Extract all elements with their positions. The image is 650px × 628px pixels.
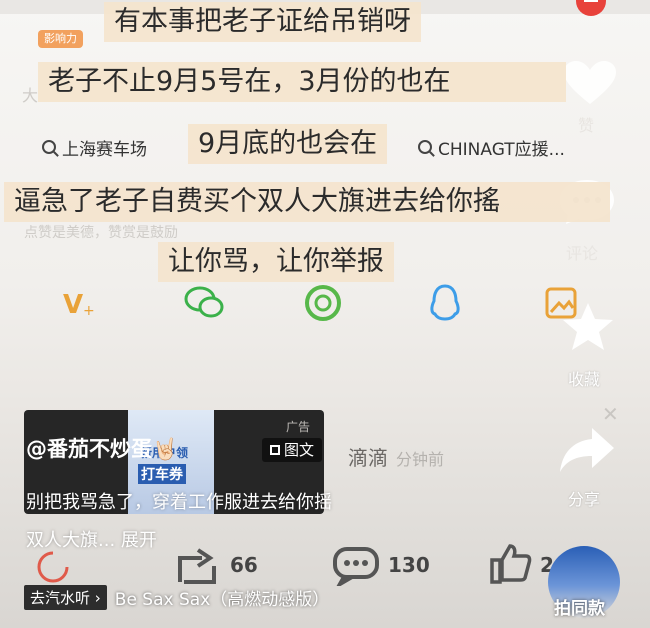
ad-faded-time: 分钟前 bbox=[396, 450, 445, 469]
post-author[interactable]: @番茄不炒蛋🤘🏻 bbox=[26, 433, 178, 463]
caption-line-3: 9月底的也会在 bbox=[188, 124, 388, 164]
wechat-icon[interactable] bbox=[180, 278, 230, 328]
app-screen: 影响力 大 点赞是美德，赞赏是鼓励 上海赛车场 CHINAGT应援... V + … bbox=[0, 0, 650, 628]
caption-line-1: 有本事把老子证给吊销呀 bbox=[104, 2, 421, 42]
favorite-star-icon[interactable] bbox=[560, 300, 616, 358]
post-type-label: 图文 bbox=[284, 441, 315, 459]
faded-char: 大 bbox=[22, 86, 39, 105]
favorite-label: 收藏 bbox=[568, 370, 601, 389]
svg-text:+: + bbox=[83, 303, 95, 319]
post-desc-line1: 别把我骂急了，穿着工作服进去给你摇 bbox=[26, 492, 332, 513]
like-label: 赞 bbox=[578, 116, 595, 135]
repost-count: 66 bbox=[230, 553, 258, 577]
search-chip-label: CHINAGT应援... bbox=[438, 139, 565, 160]
ad-mark: 广告 bbox=[286, 420, 311, 434]
comment-label: 评论 bbox=[566, 244, 599, 263]
moments-icon[interactable] bbox=[298, 278, 348, 328]
song-title[interactable]: Be Sax Sax（高燃动感版） bbox=[115, 585, 329, 610]
search-icon bbox=[42, 140, 56, 154]
share-arrow-icon[interactable] bbox=[556, 424, 618, 480]
comment-count: 130 bbox=[388, 553, 430, 577]
go-listen-button[interactable]: 去汽水听 › bbox=[24, 584, 107, 610]
close-ad-icon[interactable]: ✕ bbox=[602, 402, 619, 426]
search-chip-1[interactable]: 上海赛车场 bbox=[42, 130, 147, 164]
music-bar[interactable]: 去汽水听 › Be Sax Sax（高燃动感版） bbox=[24, 582, 544, 612]
search-icon bbox=[418, 140, 432, 154]
same-style-label[interactable]: 拍同款 bbox=[554, 594, 605, 619]
ad-image-text: 打车券 bbox=[138, 464, 186, 484]
post-desc-line2[interactable]: 双人大旗... 展开 bbox=[26, 526, 157, 552]
post-type-tag: 图文 bbox=[262, 438, 323, 462]
share-label: 分享 bbox=[568, 490, 601, 509]
qq-icon[interactable] bbox=[420, 278, 470, 328]
image-text-icon bbox=[270, 445, 280, 455]
faded-subtitle: 点赞是美德，赞赏是鼓励 bbox=[24, 225, 178, 241]
search-chip-label: 上海赛车场 bbox=[62, 139, 147, 160]
influence-badge: 影响力 bbox=[38, 30, 83, 48]
caption-line-4: 逼急了老子自费买个双人大旗进去给你搖 bbox=[4, 182, 610, 222]
caption-line-2: 老子不止9月5号在，3月份的也在 bbox=[38, 62, 566, 102]
search-chip-2[interactable]: CHINAGT应援... bbox=[418, 130, 565, 164]
svg-text:V: V bbox=[63, 290, 83, 319]
share-vplus-icon[interactable]: V + bbox=[54, 278, 104, 328]
ad-brand[interactable]: 滴滴 bbox=[348, 442, 388, 471]
like-heart-icon[interactable] bbox=[560, 58, 620, 112]
caption-line-5: 让你骂，让你举报 bbox=[158, 242, 394, 282]
